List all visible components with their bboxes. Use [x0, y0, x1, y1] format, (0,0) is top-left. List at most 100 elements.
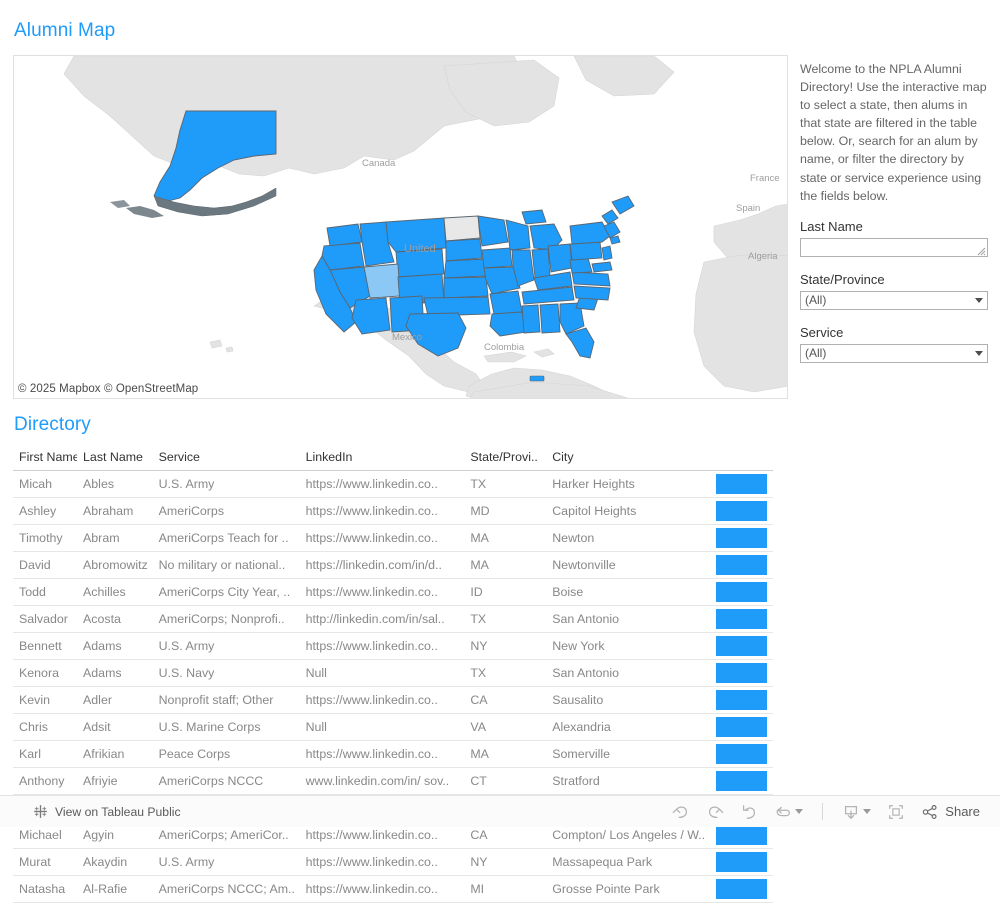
cell-linkedin: https://www.linkedin.co.. — [300, 579, 465, 606]
cell-city: San Antonio — [546, 606, 710, 633]
state-ct-ri — [610, 236, 620, 244]
service-filter: Service (All) — [800, 325, 990, 363]
table-row[interactable]: MicahAblesU.S. Armyhttps://www.linkedin.… — [13, 471, 773, 498]
table-row[interactable]: ToddAchillesAmeriCorps City Year, ..http… — [13, 579, 773, 606]
cell-linkedin: https://www.linkedin.co.. — [300, 633, 465, 660]
state-al — [540, 304, 560, 333]
last-name-input[interactable] — [800, 238, 988, 257]
state-oh — [548, 244, 572, 272]
cell-color-swatch — [710, 741, 773, 768]
table-row[interactable]: KevinAdlerNonprofit staff; Otherhttps://… — [13, 687, 773, 714]
share-button[interactable]: Share — [915, 799, 982, 825]
state-province-label: State/Province — [800, 272, 990, 287]
col-header-service[interactable]: Service — [153, 448, 300, 471]
state-ks — [444, 277, 488, 298]
revert-button[interactable] — [734, 799, 764, 825]
cell-linkedin: https://www.linkedin.co.. — [300, 687, 465, 714]
cell-linkedin: https://www.linkedin.co.. — [300, 849, 465, 876]
share-label: Share — [945, 804, 980, 819]
table-row[interactable]: MuratAkaydinU.S. Armyhttps://www.linkedi… — [13, 849, 773, 876]
bottom-toolbar: View on Tableau Public — [0, 795, 1000, 827]
cell-state: CA — [464, 687, 546, 714]
col-header-last-name[interactable]: Last Name — [77, 448, 153, 471]
refresh-button[interactable] — [768, 799, 809, 825]
cell-city: Massapequa Park — [546, 849, 710, 876]
view-on-tableau-public-button[interactable]: View on Tableau Public — [33, 804, 181, 819]
redo-button[interactable] — [700, 799, 730, 825]
state-ny — [570, 222, 610, 244]
cell-state: MA — [464, 552, 546, 579]
table-row[interactable]: BennettAdamsU.S. Armyhttps://www.linkedi… — [13, 633, 773, 660]
cell-service: AmeriCorps City Year, .. — [153, 579, 300, 606]
cell-service: U.S. Navy — [153, 660, 300, 687]
cell-city: Harker Heights — [546, 471, 710, 498]
col-header-state[interactable]: State/Provi.. — [464, 448, 546, 471]
state-ut — [364, 264, 400, 298]
fullscreen-icon — [887, 803, 905, 821]
state-province-value: (All) — [805, 293, 826, 307]
state-or — [322, 243, 364, 270]
cell-first-name: Bennett — [13, 633, 77, 660]
state-province-select[interactable]: (All) — [800, 291, 988, 310]
cell-state: TX — [464, 660, 546, 687]
table-row[interactable]: AnthonyAfriyieAmeriCorps NCCCwww.linkedi… — [13, 768, 773, 795]
last-name-label: Last Name — [800, 219, 990, 234]
cell-color-swatch — [710, 579, 773, 606]
cell-state: CT — [464, 768, 546, 795]
state-province-filter: State/Province (All) — [800, 272, 990, 310]
table-row[interactable]: ChrisAdsitU.S. Marine CorpsNullVAAlexand… — [13, 714, 773, 741]
cell-color-swatch — [710, 552, 773, 579]
cell-linkedin: https://www.linkedin.co.. — [300, 741, 465, 768]
cell-city: New York — [546, 633, 710, 660]
cell-service: AmeriCorps NCCC — [153, 768, 300, 795]
map-canvas[interactable]: Canada United Mexico Colombia France Spa… — [14, 56, 788, 399]
cell-first-name: Kenora — [13, 660, 77, 687]
cell-state: NY — [464, 633, 546, 660]
table-row[interactable]: AshleyAbrahamAmeriCorpshttps://www.linke… — [13, 498, 773, 525]
cell-color-swatch — [710, 849, 773, 876]
cell-city: Stratford — [546, 768, 710, 795]
cell-linkedin: https://www.linkedin.co.. — [300, 471, 465, 498]
table-row[interactable]: DavidAbromowitzNo military or national..… — [13, 552, 773, 579]
state-pa — [570, 242, 602, 260]
table-row[interactable]: SalvadorAcostaAmeriCorps; Nonprofi..http… — [13, 606, 773, 633]
service-select[interactable]: (All) — [800, 344, 988, 363]
cell-service: Nonprofit staff; Other — [153, 687, 300, 714]
page-title-directory: Directory — [14, 414, 91, 436]
cell-first-name: Micah — [13, 471, 77, 498]
state-nd — [444, 216, 480, 241]
cell-state: TX — [464, 471, 546, 498]
chevron-down-icon — [975, 351, 983, 356]
cell-first-name: Natasha — [13, 876, 77, 903]
col-header-first-name[interactable]: First Name — [13, 448, 77, 471]
cell-last-name: Al-Rafie — [77, 876, 153, 903]
table-row[interactable]: KarlAfrikianPeace Corpshttps://www.linke… — [13, 741, 773, 768]
table-row[interactable]: KenoraAdamsU.S. NavyNullTXSan Antonio — [13, 660, 773, 687]
color-swatch — [716, 636, 767, 656]
state-nj — [602, 246, 612, 260]
cell-city: Somerville — [546, 741, 710, 768]
cell-state: NY — [464, 849, 546, 876]
map-label-spain: Spain — [736, 203, 760, 214]
cell-color-swatch — [710, 525, 773, 552]
cell-first-name: Todd — [13, 579, 77, 606]
cell-last-name: Afriyie — [77, 768, 153, 795]
table-row[interactable]: TimothyAbramAmeriCorps Teach for ..https… — [13, 525, 773, 552]
cell-service: AmeriCorps; Nonprofi.. — [153, 606, 300, 633]
chevron-down-icon — [975, 298, 983, 303]
download-button[interactable] — [836, 799, 877, 825]
welcome-text: Welcome to the NPLA Alumni Directory! Us… — [800, 60, 988, 205]
col-header-city[interactable]: City — [546, 448, 710, 471]
table-row[interactable]: NatashaAl-RafieAmeriCorps NCCC; Am..http… — [13, 876, 773, 903]
redo-icon — [706, 803, 724, 821]
alumni-map[interactable]: Canada United Mexico Colombia France Spa… — [13, 55, 788, 399]
directory-table[interactable]: First Name Last Name Service LinkedIn St… — [13, 448, 773, 903]
cell-last-name: Ables — [77, 471, 153, 498]
undo-button[interactable] — [666, 799, 696, 825]
cell-first-name: Timothy — [13, 525, 77, 552]
cell-state: MA — [464, 741, 546, 768]
fullscreen-button[interactable] — [881, 799, 911, 825]
cell-city: Capitol Heights — [546, 498, 710, 525]
col-header-linkedin[interactable]: LinkedIn — [300, 448, 465, 471]
cell-city: Sausalito — [546, 687, 710, 714]
